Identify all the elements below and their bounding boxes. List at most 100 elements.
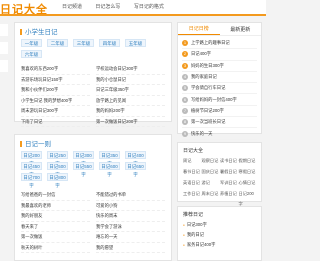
category-link[interactable]: 读书日记	[220, 156, 238, 166]
list-item[interactable]: 日记300字	[183, 220, 256, 230]
rank-title: 快乐的一天	[191, 130, 213, 136]
rank-title: 学会骑自行车日记	[191, 85, 226, 91]
nav-item[interactable]: 日记怎么写	[95, 4, 120, 10]
list-item[interactable]: 学校运动会日记300字	[96, 64, 165, 75]
rank-tabs: 日记日榜 最新更新	[178, 23, 261, 36]
category-link[interactable]: 日记200字	[239, 189, 257, 206]
list-item[interactable]: 写给爸爸的一封信	[21, 190, 90, 201]
category-link[interactable]: 观察日记	[202, 156, 220, 166]
list-item[interactable]: 快乐的周末	[96, 211, 165, 222]
nav-item[interactable]: 日记频道	[62, 4, 82, 10]
list-item[interactable]: 3 妈妈的生日300字	[182, 61, 257, 72]
rank-panel: 日记日榜 最新更新 1 上学路上的趣事日记 2 日记400字 3 妈妈的生日300字 …	[177, 22, 262, 140]
tag[interactable]: 四年级	[99, 39, 120, 47]
list-item[interactable]: 6 写给妈妈的一封信400字	[182, 94, 257, 106]
rank-number: 1	[182, 40, 188, 47]
tag[interactable]: 日记800字	[47, 173, 68, 188]
rank-title: 上学路上的趣事日记	[191, 40, 230, 46]
category-link[interactable]: 军训日记	[220, 178, 238, 188]
list-item[interactable]: 4 我的家庭日记	[182, 72, 257, 84]
tag[interactable]: 六年级	[21, 50, 42, 58]
top-nav: 日记频道 日记怎么写 写日记的格式	[62, 3, 176, 10]
list-item[interactable]: 8 第一次当班长日记	[182, 117, 257, 129]
rank-number: 9	[182, 130, 188, 137]
list-item[interactable]: 第一次做饭	[21, 232, 90, 243]
category-link[interactable]: 寒假日记	[239, 167, 257, 177]
list-item[interactable]: 去游乐场玩日记150字	[21, 75, 90, 85]
tag[interactable]: 日记400字	[125, 151, 146, 166]
list-item[interactable]: 我喜欢的东西200字	[21, 64, 90, 75]
rank-title: 写给妈妈的一封信400字	[191, 96, 237, 102]
article-list: 写给爸爸的一封信 不能错过的书单 我最喜欢的老师 可爱的小狗 我的好朋友 快乐的…	[15, 190, 171, 253]
list-item[interactable]: 可爱的小狗	[96, 201, 165, 211]
tag[interactable]: 日记600字	[99, 162, 120, 177]
tag[interactable]: 日记700字	[21, 173, 42, 188]
nav-accent-bar	[0, 14, 266, 16]
tag[interactable]: 五年级	[125, 39, 146, 47]
list-item[interactable]: 下雨了日记	[21, 117, 90, 127]
list-item[interactable]: 我的愿望	[96, 243, 165, 253]
left-tab[interactable]	[0, 42, 8, 54]
tab-daily-rank[interactable]: 日记日榜	[178, 24, 220, 35]
tag[interactable]: 日记200字	[21, 151, 42, 166]
rank-number: 8	[182, 119, 188, 126]
list-item[interactable]: 难忘的一天	[96, 232, 165, 243]
category-link[interactable]: 周末日记	[202, 189, 220, 199]
list-item[interactable]: 不能错过的书单	[96, 190, 165, 201]
list-item[interactable]: 日记三年级350字	[96, 85, 165, 96]
rank-title: 妈妈的生日300字	[191, 62, 224, 68]
list-item[interactable]: 春天来了	[21, 222, 90, 232]
category-link[interactable]: 工作日记	[183, 189, 201, 199]
list-item[interactable]: 我的日记	[183, 230, 256, 240]
list-item[interactable]: 我的好朋友	[21, 211, 90, 222]
tag[interactable]: 日记450字	[21, 162, 42, 177]
list-item[interactable]: 我学会了游泳	[96, 222, 165, 232]
list-item[interactable]: 2 日记400字	[182, 49, 257, 61]
list-item[interactable]: 5 学会骑自行车日记	[182, 83, 257, 95]
tag[interactable]: 日记550字	[73, 162, 94, 177]
category-link[interactable]: 周记	[183, 156, 201, 166]
tag[interactable]: 一年级	[21, 39, 42, 47]
tag[interactable]: 三年级	[73, 39, 94, 47]
list-item[interactable]: 我最喜欢的老师	[21, 201, 90, 211]
rank-number: 3	[182, 62, 188, 69]
list-item[interactable]: 我的妈妈200字	[96, 106, 165, 117]
category-link[interactable]: 春节日记	[183, 167, 201, 177]
list-item[interactable]: 7 植树节日记200字	[182, 106, 257, 118]
category-panel: 日记大全 周记 观察日记 读书日记 假期日记 春节日记 国庆日记 暑假日记 寒假…	[177, 142, 262, 206]
nav-item[interactable]: 写日记的格式	[134, 4, 164, 10]
tag[interactable]: 日记500字	[47, 162, 68, 177]
tag[interactable]: 日记250字	[47, 151, 68, 166]
tag[interactable]: 二年级	[47, 39, 68, 47]
category-link[interactable]: 假期日记	[239, 156, 257, 166]
panel-title: 日记大全	[183, 148, 204, 154]
list-item[interactable]: 家务日记400字	[183, 240, 256, 250]
header: 日记大全 日记频道 日记怎么写 写日记的格式	[0, 0, 266, 16]
tag[interactable]: 日记350字	[99, 151, 120, 166]
category-link[interactable]: 国庆日记	[202, 167, 220, 177]
list-item[interactable]: 我的小仓鼠日记	[96, 75, 165, 85]
category-link[interactable]: 游记	[202, 178, 220, 188]
list-item[interactable]: 小学生日记 我的梦想400字	[21, 96, 90, 106]
rank-title: 日记400字	[191, 51, 212, 57]
rank-number: 2	[182, 51, 188, 58]
category-link[interactable]: 心情日记	[239, 178, 257, 188]
list-item[interactable]: 第一次做饭日记200字	[96, 117, 165, 127]
list-item[interactable]: 秋天的树叶	[21, 243, 90, 253]
category-link[interactable]: 暑假日记	[220, 167, 238, 177]
tag[interactable]: 日记650字	[125, 162, 146, 177]
left-tab[interactable]	[0, 24, 8, 36]
tag[interactable]: 日记300字	[73, 151, 94, 166]
category-link[interactable]: 英语日记	[183, 178, 201, 188]
rank-list: 1 上学路上的趣事日记 2 日记400字 3 妈妈的生日300字 4 我的家庭日记 5学…	[178, 36, 261, 140]
category-link[interactable]: 养植日记	[220, 189, 238, 199]
tab-latest[interactable]: 最新更新	[220, 26, 262, 33]
list-item[interactable]: 9 快乐的一天	[182, 128, 257, 140]
list-item[interactable]: 放学路上的见闻	[96, 96, 165, 106]
list-item[interactable]: 我和小伙伴们200字	[21, 85, 90, 96]
primary-card: 小学生日记 一年级 二年级 三年级 四年级 五年级 六年级 我喜欢的东西200字…	[14, 22, 172, 127]
list-item[interactable]: 周末游玩日记300字	[21, 106, 90, 117]
left-tab[interactable]	[0, 60, 8, 72]
card-title: 日记一则	[15, 135, 171, 151]
list-item[interactable]: 1 上学路上的趣事日记	[182, 38, 257, 50]
